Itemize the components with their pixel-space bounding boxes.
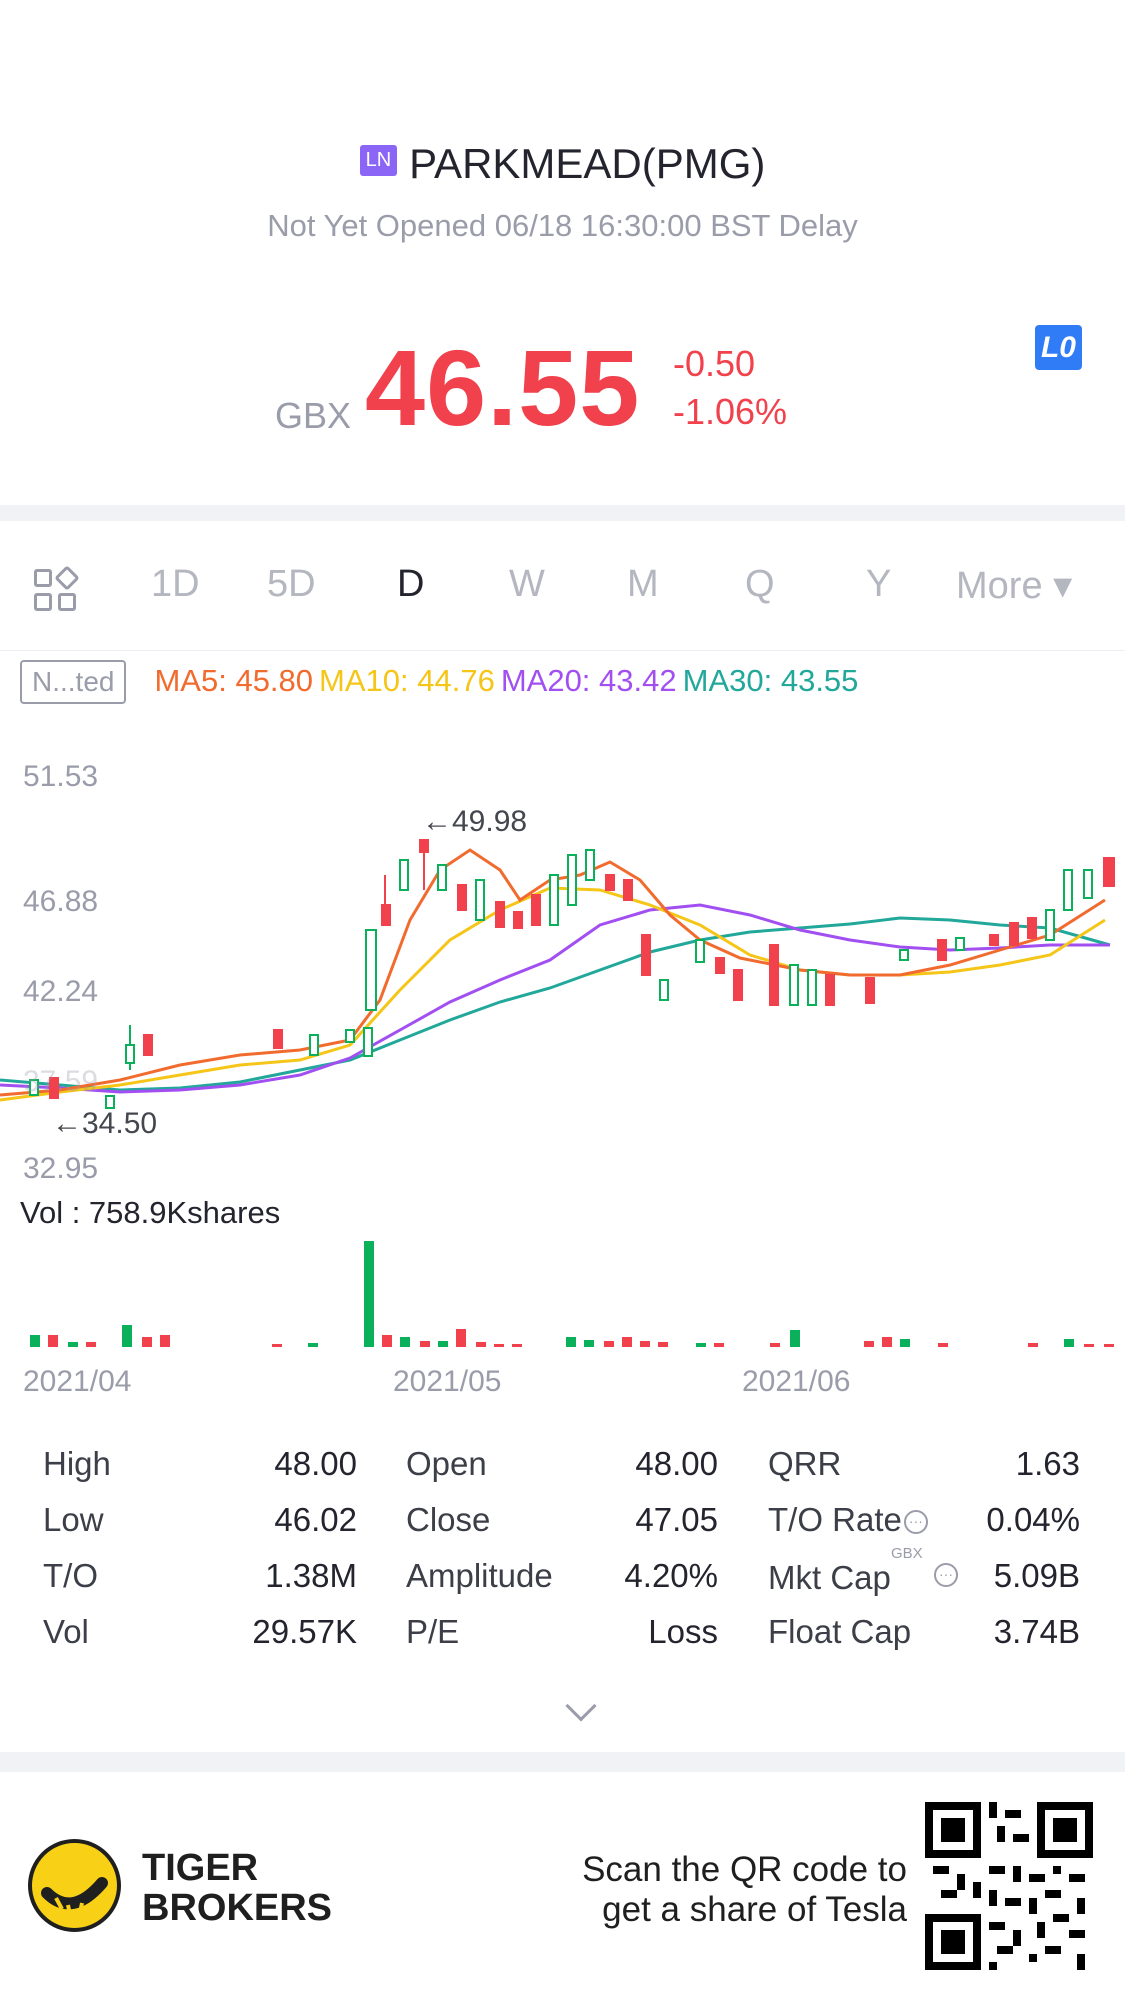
stock-title: LN PARKMEAD(PMG) — [0, 140, 1125, 188]
stat-qrr-value: 1.63 — [1015, 1445, 1080, 1482]
change-value: -0.50 — [673, 343, 756, 384]
stat-low-label: Low — [43, 1501, 104, 1538]
ma5-value: MA5: 45.80 — [154, 663, 314, 698]
stat-to-value: 1.38M — [265, 1557, 357, 1594]
price-chart-svg — [0, 839, 1115, 1109]
info-icon[interactable]: ··· — [903, 1510, 928, 1535]
stat-mktcap-value: 5.09B — [993, 1557, 1080, 1594]
x-label-may: 2021/05 — [393, 1365, 502, 1398]
low-annotation: ←34.50 — [52, 1107, 158, 1140]
info-icon[interactable]: ··· — [934, 1563, 958, 1587]
ma20-value: MA20: 43.42 — [500, 663, 677, 698]
ma-indicator-row: N...ted MA5: 45.80 MA10: 44.76 MA20: 43.42 M… — [20, 660, 858, 704]
y-tick-42-24: 42.24 — [23, 975, 99, 1008]
stat-vol-label: Vol — [43, 1613, 89, 1650]
stat-high-label: High — [43, 1445, 111, 1482]
stats-row: Low 46.02 Close 47.05 T/O Rate ··· 0.04% — [0, 1501, 1125, 1557]
candlestick-chart[interactable]: 51.53 46.88 42.24 37.59 32.95 ←49.98 ←34… — [0, 740, 1125, 1210]
stat-open-value: 48.00 — [635, 1445, 718, 1482]
stat-open-label: Open — [406, 1445, 487, 1482]
market-status: Not Yet Opened 06/18 16:30:00 BST Delay — [267, 208, 858, 243]
stat-amplitude-label: Amplitude — [406, 1557, 553, 1594]
stat-qrr-label: QRR — [768, 1445, 842, 1482]
qr-code-icon[interactable] — [925, 1802, 1093, 1970]
tab-q[interactable]: Q — [745, 563, 775, 606]
y-tick-32-95: 32.95 — [23, 1152, 99, 1185]
brand-line-2: BROKERS — [142, 1887, 333, 1929]
layout-grid-icon[interactable] — [34, 565, 80, 615]
stat-to-label: T/O — [43, 1557, 98, 1594]
promo-line-1: Scan the QR code to — [582, 1850, 907, 1889]
y-tick-51-53: 51.53 — [23, 760, 99, 793]
stats-row: T/O 1.38M Amplitude 4.20% Mkt Cap GBX ··… — [0, 1545, 1125, 1613]
section-divider — [0, 505, 1125, 521]
y-tick-37-59: 37.59 — [23, 1065, 99, 1098]
tab-5d[interactable]: 5D — [267, 563, 316, 606]
price-change: -0.50 -1.06% — [673, 340, 787, 436]
promo-line-2: get a share of Tesla — [602, 1890, 907, 1929]
stat-low-value: 46.02 — [274, 1501, 357, 1538]
stat-close-label: Close — [406, 1501, 491, 1538]
stat-to-rate-text: T/O Rate — [768, 1501, 902, 1538]
volume-chart — [30, 1241, 1114, 1347]
stat-floatcap-value: 3.74B — [993, 1613, 1080, 1650]
brand-name: TIGER BROKERS — [142, 1848, 332, 1928]
promo-text: Scan the QR code to get a share of Tesla — [582, 1850, 907, 1930]
stock-name: PARKMEAD(PMG) — [409, 140, 766, 187]
stat-to-rate-label: T/O Rate ··· — [768, 1501, 928, 1539]
mktcap-currency: GBX — [891, 1545, 923, 1562]
stat-close-value: 47.05 — [635, 1501, 718, 1538]
indicator-select[interactable]: N...ted — [20, 660, 127, 704]
tab-y[interactable]: Y — [866, 563, 891, 606]
x-label-apr: 2021/04 — [23, 1365, 132, 1398]
stat-floatcap-label: Float Cap — [768, 1613, 912, 1650]
tab-d[interactable]: D — [397, 563, 424, 606]
x-label-jun: 2021/06 — [742, 1365, 851, 1398]
stats-row: Vol 29.57K P/E Loss Float Cap 3.74B — [0, 1613, 1125, 1669]
tiger-logo-icon — [28, 1839, 121, 1932]
chevron-down-icon[interactable] — [565, 1690, 597, 1722]
section-divider — [0, 1752, 1125, 1772]
volume-label: Vol : 758.9Kshares — [20, 1195, 281, 1230]
market-badge: LN — [359, 145, 398, 177]
stat-mktcap-label: Mkt Cap — [768, 1559, 891, 1597]
high-annotation: ←49.98 — [422, 805, 528, 838]
currency-label: GBX — [275, 395, 352, 436]
candles — [29, 839, 1115, 1109]
ma10-value: MA10: 44.76 — [319, 663, 495, 698]
change-percent: -1.06% — [673, 391, 788, 432]
ma20-line — [0, 903, 1110, 1094]
stat-high-value: 48.00 — [274, 1445, 357, 1482]
stat-vol-value: 29.57K — [252, 1613, 357, 1650]
tab-more[interactable]: More ▾ — [956, 563, 1072, 608]
tab-1d[interactable]: 1D — [151, 563, 200, 606]
quote-header: LN PARKMEAD(PMG) Not Yet Opened 06/18 16:… — [0, 0, 1125, 505]
y-tick-46-88: 46.88 — [23, 885, 99, 918]
stat-to-rate-value: 0.04% — [986, 1501, 1080, 1538]
promo-footer: TIGER BROKERS Scan the QR code to get a … — [0, 1772, 1125, 2003]
tiger-stripes-graphic — [41, 1877, 108, 1916]
tab-m[interactable]: M — [627, 563, 659, 606]
tab-w[interactable]: W — [509, 563, 545, 606]
stats-row: High 48.00 Open 48.00 QRR 1.63 — [0, 1445, 1125, 1501]
volume-bars — [30, 1241, 1114, 1347]
stat-amplitude-value: 4.20% — [624, 1557, 718, 1594]
stat-pe-value: Loss — [648, 1613, 718, 1650]
ma30-value: MA30: 43.55 — [682, 663, 859, 698]
stat-mktcap-text: Mkt Cap — [768, 1559, 891, 1596]
stat-pe-label: P/E — [406, 1613, 460, 1650]
level0-badge[interactable]: L0 — [1035, 325, 1082, 370]
period-tabs: 1D 5D D W M Q Y More ▾ — [0, 521, 1125, 651]
last-price: 46.55 — [365, 327, 641, 448]
brand-line-1: TIGER — [142, 1847, 259, 1889]
